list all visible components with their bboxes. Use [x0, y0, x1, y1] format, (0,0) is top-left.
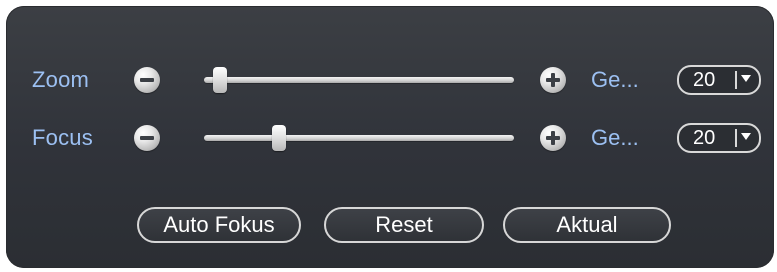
focus-label: Focus — [32, 125, 93, 150]
focus-row: Focus Ge... 20 — [6, 120, 774, 156]
zoom-minus-button[interactable] — [134, 67, 160, 93]
zoom-speed-label: Ge... — [591, 67, 639, 92]
focus-plus-button[interactable] — [540, 125, 566, 151]
select-divider — [735, 129, 737, 147]
zoom-label: Zoom — [32, 67, 90, 92]
zoom-speed-value: 20 — [693, 69, 716, 91]
zoom-row: Zoom Ge... 20 — [6, 62, 774, 98]
select-divider — [735, 71, 737, 89]
zoom-slider-track[interactable] — [204, 77, 514, 83]
minus-icon — [134, 125, 160, 151]
plus-icon — [540, 67, 566, 93]
plus-icon — [540, 125, 566, 151]
chevron-down-icon — [741, 133, 751, 140]
zoom-speed-select[interactable]: 20 — [677, 65, 761, 95]
actual-button[interactable]: Aktual — [503, 207, 671, 243]
focus-speed-value: 20 — [693, 127, 716, 149]
auto-focus-button[interactable]: Auto Fokus — [137, 207, 301, 243]
focus-minus-button[interactable] — [134, 125, 160, 151]
zoom-slider-thumb[interactable] — [212, 67, 227, 93]
chevron-down-icon — [741, 75, 751, 82]
focus-speed-select[interactable]: 20 — [677, 123, 761, 153]
ptz-control-panel: Zoom Ge... 20 Focus Ge... 20 Auto Fokus … — [6, 6, 774, 268]
focus-slider-track[interactable] — [204, 135, 514, 141]
reset-button[interactable]: Reset — [324, 207, 484, 243]
minus-icon — [134, 67, 160, 93]
zoom-plus-button[interactable] — [540, 67, 566, 93]
focus-slider-thumb[interactable] — [272, 125, 287, 151]
focus-speed-label: Ge... — [591, 125, 639, 150]
